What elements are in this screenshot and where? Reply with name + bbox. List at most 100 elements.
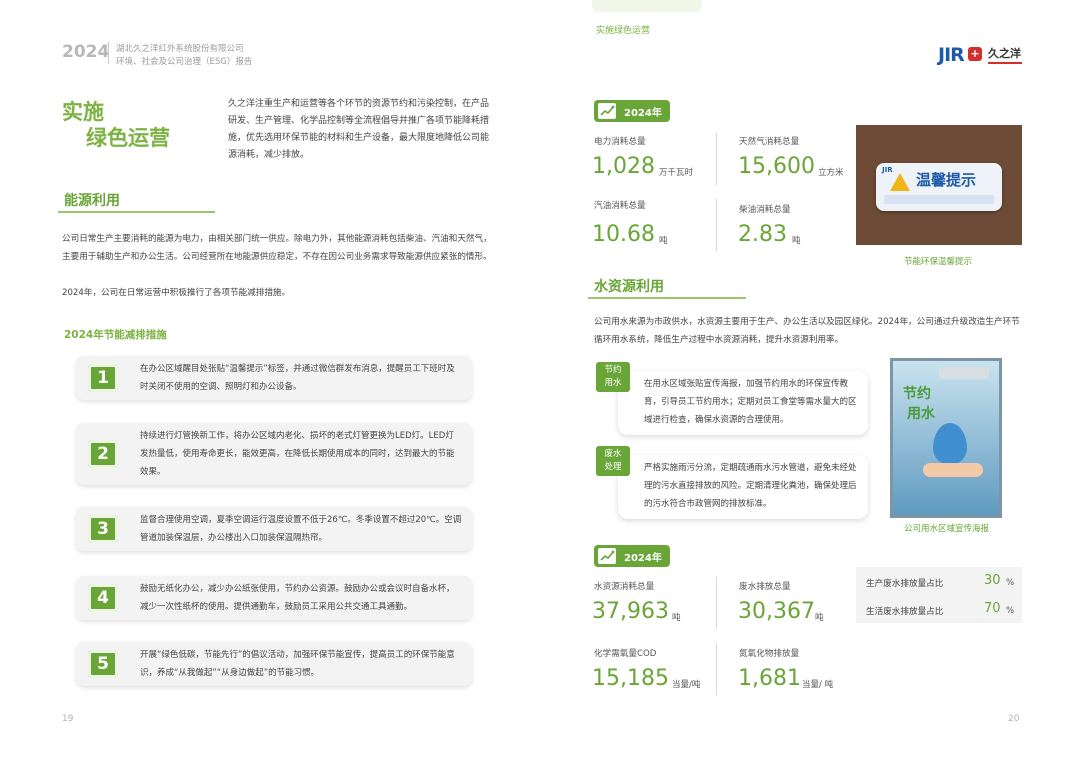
- metric-divider: [716, 577, 717, 629]
- energy-section-title: 能源利用: [64, 193, 120, 209]
- ratio-unit: %: [1006, 606, 1015, 616]
- metric-divider: [716, 199, 717, 251]
- measure-text: 开展“绿色低碳，节能先行”的倡议活动，加强环保节能宣传，提高员工的环保节能意识，…: [140, 650, 455, 678]
- metric-label: 天然气消耗总量: [739, 137, 800, 147]
- metric-unit: 吨: [815, 613, 824, 623]
- measure-card-2: 2 持续进行灯管换新工作，将办公区域内老化、损坏的老式灯管更换为LED灯。LED…: [76, 423, 472, 485]
- water-poster: 节约 用水: [890, 358, 1002, 518]
- measure-text: 鼓励无纸化办公，减少办公纸张使用，节约办公资源。鼓励办公或会议时自备水杯，减少一…: [140, 584, 455, 612]
- badge-label: 2024年: [624, 553, 662, 564]
- metric-unit: 当量/ 吨: [802, 680, 834, 690]
- water-drop-icon: [933, 423, 967, 465]
- chapter-title: 实施绿色运营: [596, 26, 651, 36]
- hand-icon: [923, 463, 983, 477]
- company-name: 湖北久之洋红外系统股份有限公司: [116, 44, 244, 54]
- metric-unit: 立方米: [818, 168, 844, 178]
- measure-card-1: 1 在办公区域醒目处张贴“温馨提示”标签，并通过微信群发布消息，提醒员工下班时及…: [76, 356, 472, 400]
- poster-caption: 公司用水区域宣传海报: [904, 524, 990, 534]
- reminder-sign-photo: JIR 温馨提示: [856, 125, 1022, 245]
- card-text: 严格实施雨污分流，定期疏通雨水污水管道，避免未经处理的污水直接排放的风险。定期清…: [644, 463, 857, 509]
- wastewater-tag: 废水 处理: [596, 446, 630, 476]
- logo-underline: [988, 62, 1022, 64]
- metric-label: 水资源消耗总量: [594, 582, 655, 592]
- faucet-icon: [939, 367, 989, 379]
- ratio-label: 生产废水排放量占比: [866, 579, 944, 589]
- water-section-title: 水资源利用: [594, 279, 664, 295]
- water-saving-card: 在用水区域张贴宣传海报，加强节约用水的环保宣传教育，引导员工节约用水；定期对员工…: [618, 371, 868, 435]
- logo-name: 久之洋: [988, 47, 1021, 60]
- energy-paragraph-2: 2024年，公司在日常运营中积极推行了各项节能减排措施。: [62, 288, 291, 298]
- page-number-right: 20: [1008, 714, 1020, 724]
- water-saving-tag: 节约 用水: [596, 362, 630, 392]
- metric-value: 10.68: [592, 222, 655, 247]
- energy-year-badge: 2024年: [594, 100, 670, 122]
- sign-icon-strip: [884, 195, 994, 204]
- chart-icon: [598, 548, 616, 564]
- metric-label: 化学需氧量COD: [594, 649, 657, 659]
- measure-number: 1: [88, 364, 118, 392]
- metric-value: 15,185: [592, 666, 669, 691]
- warning-icon: [890, 173, 910, 191]
- metric-label: 废水排放总量: [739, 582, 791, 592]
- metric-divider: [716, 643, 717, 695]
- water-year-badge: 2024年: [594, 545, 670, 567]
- reminder-sign: JIR 温馨提示: [876, 163, 1002, 211]
- tag-line: 用水: [604, 378, 622, 388]
- measure-text: 在办公区域醒目处张贴“温馨提示”标签，并通过微信群发布消息，提醒员工下班时及时关…: [140, 364, 455, 392]
- metric-unit: 吨: [672, 613, 681, 623]
- page-title-line2: 绿色运营: [86, 126, 170, 150]
- measure-number: 3: [88, 515, 118, 543]
- metric-label: 柴油消耗总量: [739, 205, 791, 215]
- water-section-underline: [588, 297, 746, 299]
- metric-value: 1,681: [738, 666, 801, 691]
- metric-value: 2.83: [738, 222, 787, 247]
- badge-label: 2024年: [624, 108, 662, 119]
- energy-section-underline: [58, 211, 215, 213]
- header-tab: [592, 0, 702, 12]
- measures-subtitle: 2024年节能减排措施: [64, 329, 167, 341]
- measure-number: 4: [88, 584, 118, 612]
- tag-line: 废水: [604, 449, 622, 459]
- poster-title-line2: 用水: [907, 406, 935, 422]
- metric-value: 15,600: [738, 154, 815, 179]
- metric-label: 氮氧化物排放量: [739, 649, 800, 659]
- metric-unit: 吨: [792, 236, 801, 246]
- metric-unit: 当量/吨: [672, 680, 701, 690]
- measure-card-3: 3 监督合理使用空调，夏季空调运行温度设置不低于26℃。冬季设置不超过20℃。空…: [76, 507, 472, 551]
- card-text: 在用水区域张贴宣传海报，加强节约用水的环保宣传教育，引导员工节约用水；定期对员工…: [644, 379, 857, 425]
- measure-text: 监督合理使用空调，夏季空调运行温度设置不低于26℃。冬季设置不超过20℃。空调管…: [140, 515, 462, 543]
- chart-icon: [598, 103, 616, 119]
- wastewater-card: 严格实施雨污分流，定期疏通雨水污水管道，避免未经处理的污水直接排放的风险。定期清…: [618, 455, 868, 519]
- tag-line: 处理: [604, 462, 622, 472]
- metric-value: 30,367: [738, 599, 815, 624]
- sign-title: 温馨提示: [916, 171, 977, 189]
- measure-card-4: 4 鼓励无纸化办公，减少办公纸张使用，节约办公资源。鼓励办公或会议时自备水杯，减…: [76, 576, 472, 620]
- company-logo: JIR + 久之洋: [938, 42, 1028, 70]
- ratio-value: 30: [984, 573, 1001, 588]
- measure-number: 5: [88, 650, 118, 678]
- water-paragraph: 公司用水来源为市政供水，水资源主要用于生产、办公生活以及园区绿化。2024年，公…: [594, 317, 1020, 345]
- wastewater-ratio-box: 生产废水排放量占比 30 % 生活废水排放量占比 70 %: [856, 567, 1022, 623]
- measure-text: 持续进行灯管换新工作，将办公区域内老化、损坏的老式灯管更换为LED灯。LED灯发…: [140, 431, 455, 477]
- tag-line: 节约: [604, 365, 622, 375]
- report-name: 环境、社会及公司治理（ESG）报告: [116, 57, 253, 67]
- metric-value: 1,028: [592, 154, 655, 179]
- measure-card-5: 5 开展“绿色低碳，节能先行”的倡议活动，加强环保节能宣传，提高员工的环保节能意…: [76, 642, 472, 686]
- cross-icon: +: [968, 47, 982, 61]
- metric-unit: 吨: [659, 236, 668, 246]
- photo-caption: 节能环保温馨提示: [904, 257, 973, 267]
- ratio-label: 生活废水排放量占比: [866, 607, 944, 617]
- header-divider: [108, 42, 109, 64]
- measure-number: 2: [88, 440, 118, 468]
- report-year: 2024: [62, 42, 110, 62]
- metric-label: 汽油消耗总量: [594, 201, 646, 211]
- intro-paragraph: 久之洋注重生产和运营等各个环节的资源节约和污染控制，在产品研发、生产管理、化学品…: [228, 99, 490, 160]
- energy-paragraph: 公司日常生产主要消耗的能源为电力，由相关部门统一供应。除电力外，其他能源消耗包括…: [62, 234, 492, 262]
- poster-title-line1: 节约: [903, 386, 931, 402]
- metric-label: 电力消耗总量: [594, 137, 646, 147]
- metric-divider: [716, 133, 717, 185]
- ratio-value: 70: [984, 601, 1001, 616]
- page-number-left: 19: [62, 714, 74, 724]
- logo-mark: JIR: [938, 44, 965, 66]
- metric-value: 37,963: [592, 599, 669, 624]
